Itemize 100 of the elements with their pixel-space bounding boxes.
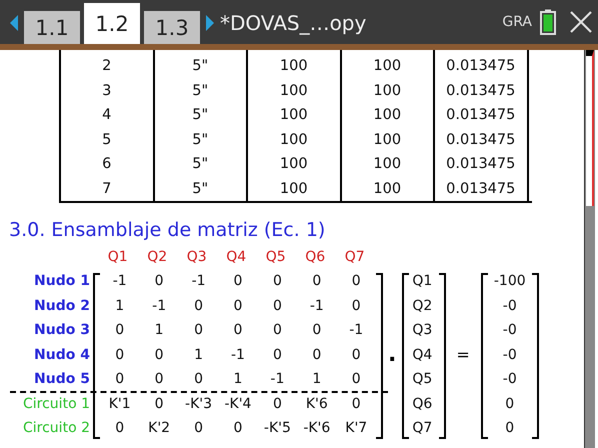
matrix-cell-text: K'2 (147, 420, 172, 436)
matrix-cell-text: -1 (151, 298, 168, 314)
matrix-cell-text: -K'4 (223, 396, 252, 412)
matrix-cell-text: 0 (311, 346, 322, 363)
table-cell: 0.013475 (435, 78, 528, 103)
table-cell: 7 (61, 176, 154, 201)
matrix-cell-text: 0 (350, 346, 362, 363)
table-cell: 100 (248, 103, 342, 128)
vector-cell-text: Q7 (411, 419, 434, 438)
matrix-cell-text: -1 (348, 322, 364, 338)
table-cell: 0.013475 (435, 152, 528, 176)
section-heading: 3.0. Ensamblaje de matriz (Ec. 1) (9, 219, 326, 243)
table-cell: 0.013475 (435, 103, 528, 128)
matrix-cell-text: 0 (350, 298, 362, 314)
table-cell: 0.013475 (435, 128, 528, 152)
result-cell-text: -0 (502, 321, 518, 340)
matrix-cell-text: 1 (232, 371, 244, 388)
matrix-cell-text: 1 (114, 298, 126, 314)
page-tab[interactable]: 1.2 (84, 3, 140, 44)
matrix-cell-text: 0 (311, 273, 322, 290)
vector-cell-text: Q4 (411, 346, 434, 364)
matrix-cell-text: -1 (269, 371, 286, 388)
matrix-cell-text: -1 (190, 273, 207, 290)
page-tab[interactable]: 1.3 (144, 11, 200, 44)
table-cell: 0.013475 (435, 176, 528, 201)
column-header: Q5 (264, 249, 287, 265)
matrix-cell-text: 0 (350, 371, 362, 388)
table-cell: 5" (154, 103, 248, 128)
column-header: Q1 (106, 249, 129, 265)
row-label: Nudo 2 (34, 296, 90, 316)
vector-cell-text: Q3 (411, 321, 434, 340)
column-header: Q2 (146, 249, 168, 265)
table-cell: 100 (342, 152, 435, 176)
row-label: Circuito 2 (23, 419, 90, 438)
table-cell: 5 (61, 128, 154, 152)
column-header: Q7 (344, 249, 366, 265)
column-header: Q3 (186, 249, 208, 265)
matrix-cell-text: 0 (232, 298, 244, 314)
matrix-cell-text: K'1 (108, 396, 132, 412)
row-label: Nudo 1 (34, 272, 90, 291)
matrix-cell-text: 0 (114, 322, 126, 338)
matrix-cell-text: 0 (193, 420, 204, 436)
result-cell-text: 0 (504, 419, 516, 438)
matrix-cell-text: 0 (193, 371, 204, 388)
column-header: Q6 (304, 249, 326, 265)
vector-cell-text: Q2 (411, 296, 434, 316)
table-cell: 100 (342, 128, 435, 152)
table-cell: 100 (248, 128, 342, 152)
row-label: Circuito 1 (23, 394, 90, 414)
table-cell: 100 (342, 103, 435, 128)
table-cell: 6 (61, 152, 154, 176)
matrix-cell-text: 0 (272, 322, 283, 338)
matrix-cell-text: K'6 (304, 396, 329, 412)
matrix-cell-text: -1 (112, 273, 128, 290)
matrix-cell-text: -K'6 (302, 420, 332, 436)
table-cell: 100 (342, 78, 435, 103)
matrix-cell-text: 0 (350, 273, 362, 290)
matrix-cell-text: 1 (154, 322, 165, 338)
column-header: Q4 (225, 249, 248, 265)
matrix-cell-text: -1 (308, 298, 325, 314)
row-label: Nudo 5 (34, 370, 90, 389)
matrix-cell-text: 0 (272, 298, 283, 314)
right-arrow-icon[interactable] (205, 14, 215, 32)
document-title: *DOVAS_…opy (220, 11, 366, 35)
matrix-cell-text: 0 (272, 273, 283, 290)
matrix-cell-text: 0 (311, 322, 322, 338)
vector-cell-text: Q5 (411, 370, 434, 389)
table-cell: 5" (154, 50, 248, 78)
battery-icon (540, 9, 556, 35)
result-cell-text: -0 (502, 370, 518, 389)
left-arrow-icon[interactable] (9, 14, 19, 32)
result-cell-text: -0 (502, 346, 518, 364)
page-tab[interactable]: 1.1 (24, 11, 80, 44)
table-cell: 100 (342, 50, 435, 78)
matrix-cell-text: 0 (232, 420, 244, 436)
matrix-cell-text: 0 (272, 396, 283, 412)
row-label: Nudo 3 (34, 321, 90, 340)
matrix-cell-text: 1 (193, 346, 204, 363)
vector-cell-text: Q1 (411, 272, 434, 291)
table-cell: 100 (248, 50, 342, 78)
result-cell-text: -0 (502, 296, 518, 316)
vector-cell-text: Q6 (411, 394, 434, 414)
matrix-cell-text: 0 (154, 396, 165, 412)
close-icon[interactable] (570, 11, 592, 33)
matrix-cell-text: -K'3 (184, 396, 214, 412)
matrix-cell-text: 0 (350, 396, 362, 412)
matrix-cell-text: 0 (272, 346, 283, 363)
result-cell-text: -100 (492, 272, 527, 291)
equals-sign: = (456, 345, 470, 364)
table-cell: 100 (248, 152, 342, 176)
result-cell-text: 0 (504, 394, 516, 414)
table-cell: 100 (342, 176, 435, 201)
table-cell: 100 (248, 78, 342, 103)
table-cell: 5" (154, 152, 248, 176)
matrix-cell-text: -1 (230, 346, 246, 363)
matrix-cell-text: 0 (193, 298, 204, 314)
table-cell: 3 (61, 78, 154, 103)
table-cell: 5" (154, 128, 248, 152)
mode-indicator: GRA (502, 14, 532, 30)
scrollbar[interactable] (584, 50, 595, 448)
